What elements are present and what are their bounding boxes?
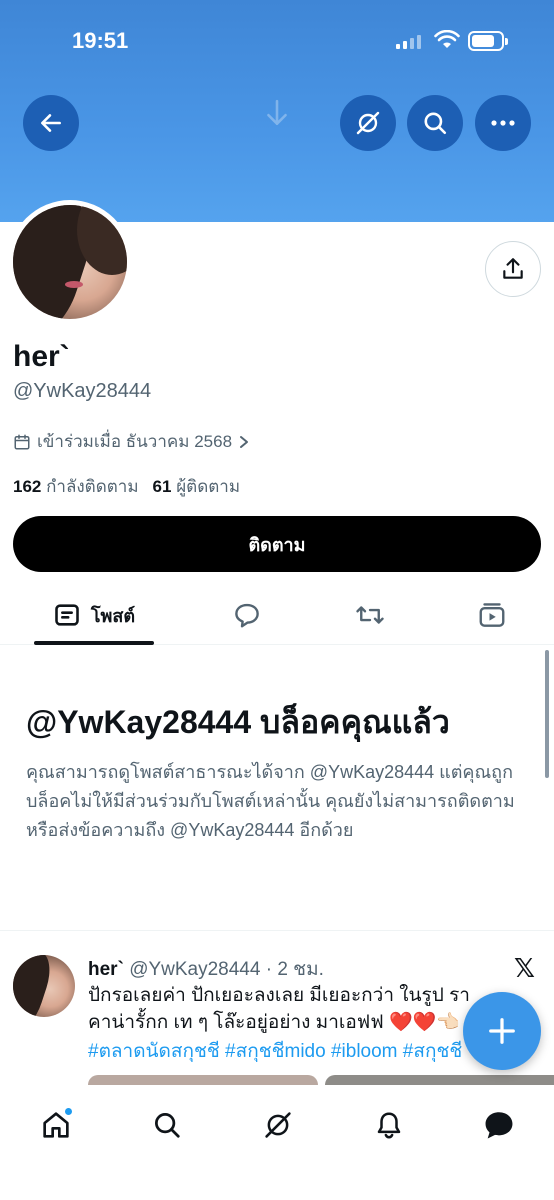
tab-media[interactable] — [464, 585, 520, 645]
avatar-image — [13, 205, 127, 319]
pull-refresh-arrow-icon — [267, 99, 287, 126]
compose-button[interactable] — [463, 992, 541, 1070]
share-icon — [503, 258, 523, 279]
post-hashtags[interactable]: #ตลาดนัดสกุชชี่ #สกุชชี่mido #ibloom #สก… — [88, 1040, 478, 1064]
more-button[interactable] — [475, 95, 531, 151]
chevron-right-icon — [240, 435, 249, 448]
tab-replies[interactable] — [219, 585, 275, 645]
search-button[interactable] — [407, 95, 463, 151]
display-name: her` — [13, 340, 70, 373]
nav-notifications[interactable] — [361, 1097, 417, 1153]
scrollbar[interactable] — [545, 650, 549, 778]
profile-handle: @YwKay28444 — [13, 380, 152, 402]
replies-icon — [235, 603, 259, 628]
follow-button[interactable]: ติดตาม — [13, 516, 541, 572]
search-icon — [155, 1113, 180, 1138]
nav-home[interactable] — [28, 1097, 84, 1153]
follow-stats: 162 กำลังติดตาม 61 ผู้ติดตาม — [13, 473, 240, 500]
media-icon — [479, 603, 505, 627]
nav-messages[interactable] — [471, 1097, 527, 1153]
status-time: 19:51 — [72, 28, 129, 53]
status-bar: 19:51 — [0, 0, 554, 80]
messages-icon — [485, 1112, 513, 1139]
active-tab-indicator — [34, 641, 154, 645]
cellular-signal-icon — [396, 33, 421, 49]
bottom-nav — [0, 1085, 554, 1200]
grok-button[interactable] — [340, 95, 396, 151]
following-count: 162 — [13, 477, 42, 496]
joined-date[interactable]: เข้าร่วมเมื่อ ธันวาคม 2568 — [13, 428, 250, 455]
calendar-icon — [14, 434, 30, 449]
following-label: กำลังติดตาม — [46, 477, 139, 496]
post-media-image[interactable] — [88, 1075, 318, 1085]
grok-icon — [356, 111, 380, 135]
followers-link[interactable]: 61 ผู้ติดตาม — [153, 473, 241, 500]
profile-tabs: โพสต์ — [0, 585, 554, 645]
search-icon — [424, 112, 447, 135]
more-icon — [491, 120, 515, 126]
post-media-image[interactable] — [325, 1075, 554, 1085]
x-logo-icon: 𝕏 — [514, 954, 535, 984]
post-header: her` @YwKay28444 · 2 ชม. — [88, 954, 324, 984]
blocked-description: คุณสามารถดูโพสต์สาธารณะได้จาก @YwKay2844… — [26, 762, 515, 840]
share-button[interactable] — [485, 241, 541, 297]
nav-search[interactable] — [139, 1097, 195, 1153]
posts-icon — [55, 604, 79, 626]
post-author-name[interactable]: her` — [88, 959, 124, 980]
post-meta: @YwKay28444 · 2 ชม. — [129, 959, 324, 980]
blocked-title: @YwKay28444 บล็อคคุณแล้ว — [26, 704, 450, 740]
back-arrow-icon — [41, 114, 61, 132]
profile-avatar[interactable] — [8, 200, 132, 324]
followers-count: 61 — [152, 477, 172, 496]
section-divider — [0, 930, 554, 931]
battery-icon — [468, 31, 508, 51]
notifications-icon — [377, 1112, 401, 1139]
plus-icon — [489, 1018, 515, 1044]
tab-posts[interactable]: โพสต์ — [34, 585, 154, 645]
post-text[interactable]: ปักรอเลยค่า ปักเยอะลงเลย มีเยอะกว่า ในรู… — [88, 982, 488, 1036]
reposts-icon — [356, 606, 384, 624]
nav-grok[interactable] — [250, 1097, 306, 1153]
tab-reposts[interactable] — [342, 585, 398, 645]
tab-posts-label: โพสต์ — [90, 605, 136, 626]
back-button[interactable] — [23, 95, 79, 151]
followers-label: ผู้ติดตาม — [176, 477, 241, 496]
post-avatar[interactable] — [13, 955, 75, 1017]
joined-date-text: เข้าร่วมเมื่อ ธันวาคม 2568 — [37, 432, 233, 451]
post-emoji: ❤️❤️👈🏻 — [388, 1012, 460, 1033]
wifi-icon — [434, 30, 460, 48]
notification-dot — [64, 1107, 73, 1116]
grok-icon — [265, 1112, 291, 1138]
following-link[interactable]: 162 กำลังติดตาม — [13, 473, 139, 500]
